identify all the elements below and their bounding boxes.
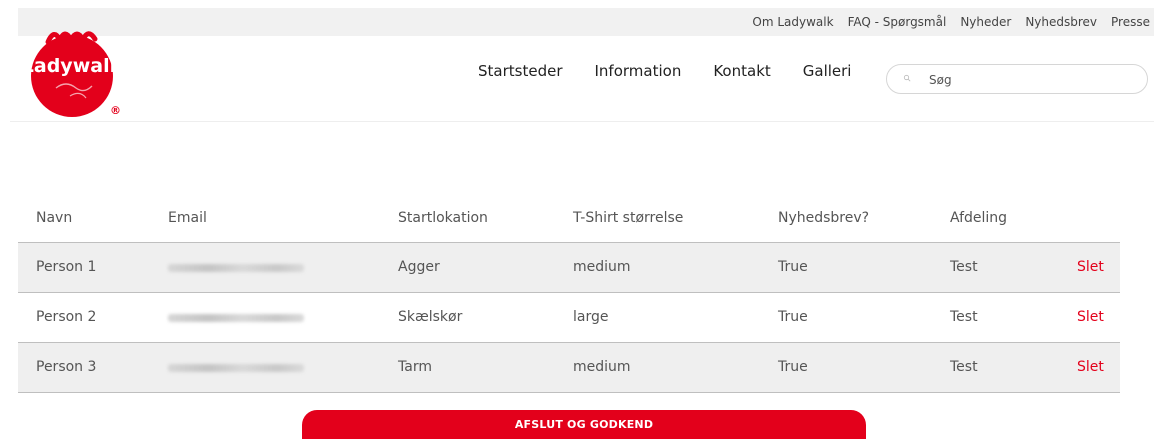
registrations-table: Navn Email Startlokation T-Shirt størrel…: [18, 194, 1120, 393]
redacted-email: [168, 264, 304, 272]
redacted-email: [168, 314, 304, 322]
header-divider: [10, 121, 1154, 122]
cell-name: Person 1: [36, 259, 97, 275]
logo-text: Ladywalk: [26, 55, 120, 77]
table-row: Person 2 Skælskør large True Test Slet: [18, 293, 1120, 343]
table-header-row: Navn Email Startlokation T-Shirt størrel…: [18, 194, 1120, 243]
finish-and-approve-button[interactable]: AFSLUT OG GODKEND: [302, 410, 866, 439]
table-row: Person 1 Agger medium True Test Slet: [18, 243, 1120, 293]
top-link-nyhedsbrev[interactable]: Nyhedsbrev: [1025, 15, 1097, 29]
column-header-email: Email: [168, 210, 207, 226]
cell-department: Test: [950, 309, 978, 325]
column-header-nyhedsbrev: Nyhedsbrev?: [778, 210, 870, 226]
search-box[interactable]: [886, 64, 1148, 94]
search-input[interactable]: [927, 69, 1131, 91]
nav-galleri[interactable]: Galleri: [803, 62, 852, 80]
delete-link[interactable]: Slet: [1077, 343, 1104, 392]
search-icon[interactable]: [903, 74, 911, 82]
column-header-navn: Navn: [36, 210, 73, 226]
cell-name: Person 2: [36, 309, 97, 325]
nav-startsteder[interactable]: Startsteder: [478, 62, 563, 80]
cell-tshirt-size: medium: [573, 259, 631, 275]
nav-kontakt[interactable]: Kontakt: [713, 62, 770, 80]
nav-information[interactable]: Information: [595, 62, 682, 80]
cell-tshirt-size: large: [573, 309, 609, 325]
delete-link[interactable]: Slet: [1077, 293, 1104, 342]
column-header-afdeling: Afdeling: [950, 210, 1008, 226]
delete-link[interactable]: Slet: [1077, 243, 1104, 292]
column-header-tshirt-size: T-Shirt størrelse: [573, 210, 684, 226]
table-row: Person 3 Tarm medium True Test Slet: [18, 343, 1120, 393]
registered-mark: ®: [110, 104, 120, 117]
top-link-presse[interactable]: Presse: [1111, 15, 1150, 29]
cell-location: Skælskør: [398, 309, 463, 325]
main-navigation: Startsteder Information Kontakt Galleri: [478, 62, 883, 80]
cell-location: Agger: [398, 259, 440, 275]
redacted-email: [168, 364, 304, 372]
top-link-nyheder[interactable]: Nyheder: [960, 15, 1011, 29]
cell-name: Person 3: [36, 359, 97, 375]
top-utility-bar: Om Ladywalk FAQ - Spørgsmål Nyheder Nyhe…: [18, 8, 1154, 36]
cell-newsletter: True: [778, 309, 808, 325]
top-link-faq[interactable]: FAQ - Spørgsmål: [848, 15, 947, 29]
cell-department: Test: [950, 359, 978, 375]
ladywalk-logo[interactable]: Ladywalk ®: [26, 26, 120, 120]
cell-newsletter: True: [778, 359, 808, 375]
column-header-startlokation: Startlokation: [398, 210, 488, 226]
top-link-om-ladywalk[interactable]: Om Ladywalk: [752, 15, 833, 29]
top-links: Om Ladywalk FAQ - Spørgsmål Nyheder Nyhe…: [738, 8, 1150, 36]
cell-tshirt-size: medium: [573, 359, 631, 375]
cell-department: Test: [950, 259, 978, 275]
cell-newsletter: True: [778, 259, 808, 275]
cell-location: Tarm: [398, 359, 432, 375]
